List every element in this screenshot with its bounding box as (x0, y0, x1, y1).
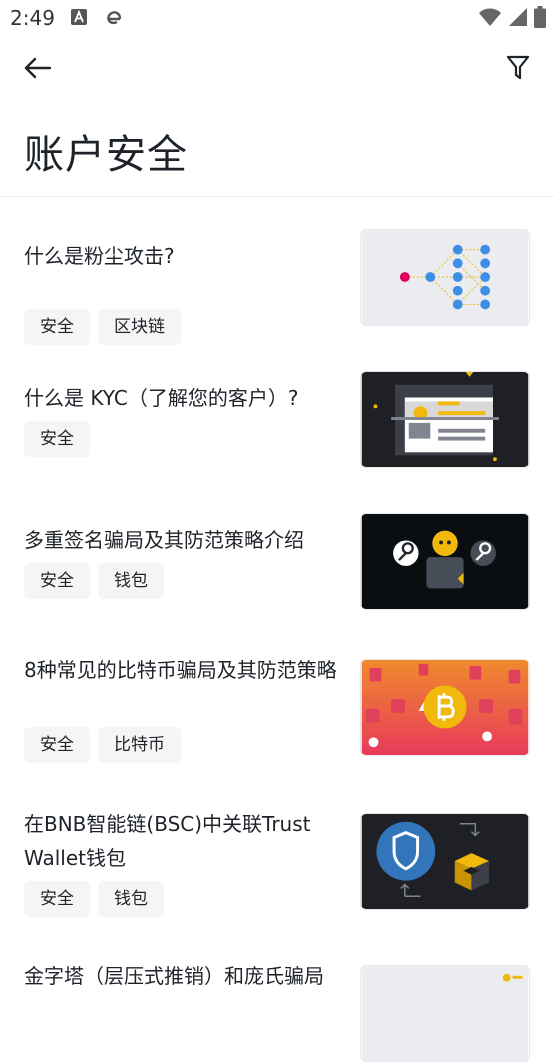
status-right (478, 6, 546, 32)
article-title: 8种常见的比特币骗局及其防范策略 (24, 658, 337, 682)
browser-e-icon (104, 8, 124, 32)
article-title: 多重签名骗局及其防范策略介绍 (24, 528, 304, 552)
article-item[interactable]: 8种常见的比特币骗局及其防范策略 安全 比特币 (0, 653, 554, 793)
page-title: 账户安全 (24, 132, 188, 178)
tag-chip[interactable]: 安全 (24, 309, 90, 345)
tag-chip[interactable]: 安全 (24, 421, 90, 457)
tag-list: 安全 钱包 (24, 563, 164, 599)
article-thumbnail (360, 659, 530, 756)
article-item[interactable]: 什么是 KYC（了解您的客户）? 安全 (0, 369, 554, 479)
article-item[interactable]: 在BNB智能链(BSC)中关联Trust Wallet钱包 安全 钱包 (0, 807, 554, 947)
article-item[interactable]: 什么是粉尘攻击? 安全 区块链 (0, 227, 554, 345)
signal-icon (508, 7, 528, 31)
status-bar: 2:49 (0, 0, 554, 36)
tag-list: 安全 (24, 421, 90, 457)
status-time: 2:49 (10, 6, 55, 30)
article-title: 金字塔（层压式推销）和庞氏骗局 (24, 964, 324, 988)
notification-a-icon (70, 8, 88, 30)
tag-list: 安全 钱包 (24, 881, 164, 917)
tag-list: 安全 比特币 (24, 727, 181, 763)
tag-chip[interactable]: 安全 (24, 881, 90, 917)
article-thumbnail (360, 813, 530, 910)
article-item[interactable]: 多重签名骗局及其防范策略介绍 安全 钱包 (0, 511, 554, 621)
header-divider (0, 196, 554, 197)
battery-icon (534, 6, 546, 32)
wifi-icon (478, 7, 502, 31)
article-thumbnail (360, 513, 530, 610)
article-item[interactable]: 金字塔（层压式推销）和庞氏骗局 (0, 959, 554, 1062)
article-thumbnail (360, 965, 530, 1062)
tag-list: 安全 区块链 (24, 309, 181, 345)
filter-icon (506, 55, 530, 85)
tag-chip[interactable]: 钱包 (98, 563, 164, 599)
arrow-left-icon (24, 57, 52, 83)
filter-button[interactable] (500, 52, 536, 88)
tag-chip[interactable]: 安全 (24, 563, 90, 599)
tag-chip[interactable]: 钱包 (98, 881, 164, 917)
app-bar (0, 40, 554, 100)
article-thumbnail (360, 371, 530, 468)
article-thumbnail (360, 229, 530, 326)
tag-chip[interactable]: 安全 (24, 727, 90, 763)
tag-chip[interactable]: 比特币 (98, 727, 181, 763)
article-title: 在BNB智能链(BSC)中关联Trust Wallet钱包 (24, 812, 311, 870)
article-title: 什么是粉尘攻击? (24, 244, 175, 268)
tag-chip[interactable]: 区块链 (98, 309, 181, 345)
article-title: 什么是 KYC（了解您的客户）? (24, 386, 299, 410)
back-button[interactable] (18, 52, 58, 88)
